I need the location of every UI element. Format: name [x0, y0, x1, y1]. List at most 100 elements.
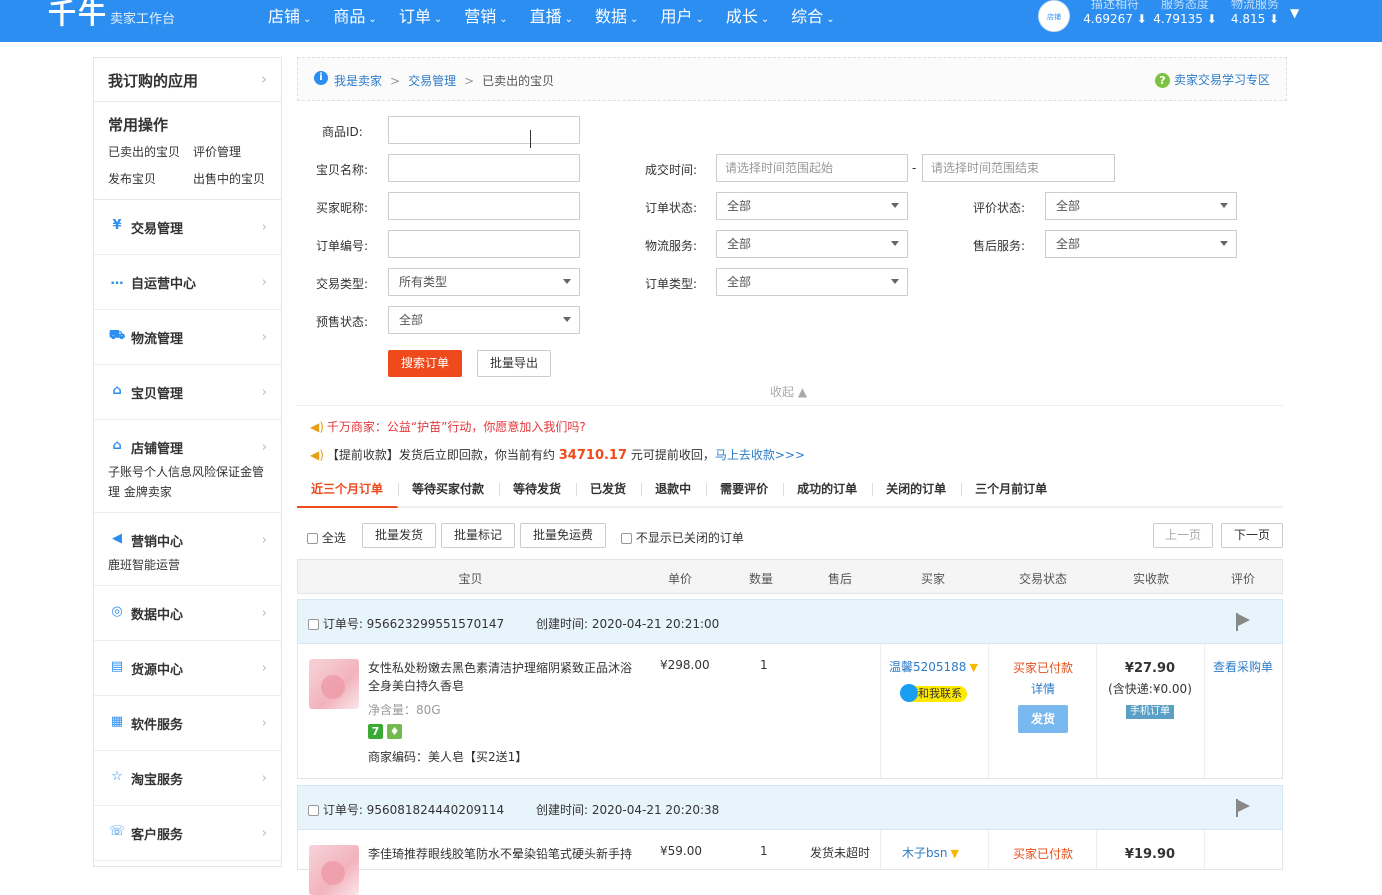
presale-select[interactable]: 全部 [388, 306, 580, 334]
nav-store[interactable]: 店铺 ⌄ [268, 3, 311, 27]
link-publish-item[interactable]: 发布宝贝 [108, 170, 193, 187]
link-review-manage[interactable]: 评价管理 [193, 143, 278, 160]
tab-before-3-months[interactable]: 三个月前订单 [961, 477, 1062, 508]
truck-icon: ⛟ [108, 328, 126, 343]
order-type-select[interactable]: 全部 [716, 268, 908, 296]
next-page-button[interactable]: 下一页 [1221, 523, 1283, 548]
batch-ship-button[interactable]: 批量发货 [362, 523, 436, 548]
caret-down-icon [891, 279, 899, 284]
label-trade-type: 交易类型: [316, 277, 369, 291]
notice-charity[interactable]: ◀) 千万商家：公益“护苗”行动，你愿意加入我们吗? [310, 418, 586, 435]
early-payment-amount: 34710.17 [558, 448, 628, 463]
service-badges: 7 ♦ [368, 724, 406, 739]
chevron-right-icon: › [261, 70, 267, 88]
crumb-seller[interactable]: 我是卖家 [334, 74, 382, 88]
notice-early-payment: ◀) 【提前收款】发货后立即回款，你当前有约 34710.17 元可提前收回，马上… [310, 448, 806, 463]
nav-general[interactable]: 综合 ⌄ [791, 3, 834, 27]
order-status-select[interactable]: 全部 [716, 192, 908, 220]
tab-awaiting-payment[interactable]: 等待买家付款 [398, 477, 499, 508]
buyer-name[interactable]: 温馨5205188 ▼ [889, 658, 978, 675]
nav-data[interactable]: 数据 ⌄ [595, 3, 638, 27]
time-end-input[interactable]: 请选择时间范围结束 [922, 154, 1115, 182]
flag-icon[interactable] [1236, 799, 1250, 817]
search-orders-button[interactable]: 搜索订单 [388, 350, 462, 377]
collapse-toggle[interactable]: 收起 ▲ [770, 383, 807, 400]
hide-closed-toggle[interactable]: 不显示已关闭的订单 [621, 529, 744, 546]
sidebar-item-taobao-service[interactable]: ☆ 淘宝服务 › [94, 751, 281, 806]
funnel-icon: ▼ [950, 847, 959, 860]
nav-orders[interactable]: 订单 ⌄ [399, 3, 442, 27]
nav-users[interactable]: 用户 ⌄ [660, 3, 703, 27]
chevron-down-icon[interactable]: ▼ [1290, 6, 1299, 20]
contact-buyer-button[interactable]: 和我联系 [900, 684, 967, 702]
select-all[interactable]: 全选 [307, 529, 346, 546]
product-name[interactable]: 女性私处粉嫩去黑色素清洁护理缩阴紧致正品沐浴全身美白持久香皂 [368, 659, 640, 695]
nav-goods[interactable]: 商品 ⌄ [333, 3, 376, 27]
nav-growth[interactable]: 成长 ⌄ [726, 3, 769, 27]
amount-value: ¥19.90 [1124, 847, 1176, 862]
product-thumbnail[interactable] [309, 659, 359, 709]
tab-awaiting-shipment[interactable]: 等待发货 [499, 477, 576, 508]
trade-type-select[interactable]: 所有类型 [388, 268, 580, 296]
product-thumbnail[interactable] [309, 845, 359, 895]
label-order-type: 订单类型: [645, 277, 698, 291]
item-name-input[interactable] [388, 154, 580, 182]
flag-icon[interactable] [1236, 613, 1250, 631]
ship-button[interactable]: 发货 [1018, 705, 1068, 733]
order-number[interactable]: 订单号: 956623299551570147 [308, 615, 504, 632]
label-logistics: 物流服务: [645, 239, 698, 253]
time-range-sep: - [912, 161, 917, 175]
link-sold-items[interactable]: 已卖出的宝贝 [108, 143, 193, 160]
sidebar-item-software[interactable]: ▦ 软件服务 › [94, 696, 281, 751]
tab-refunding[interactable]: 退款中 [641, 477, 706, 508]
tab-last-3-months[interactable]: 近三个月订单 [297, 477, 399, 508]
sidebar-item-data[interactable]: ◎ 数据中心 › [94, 586, 281, 641]
app-logo[interactable]: 千牛 [48, 0, 108, 32]
tab-closed[interactable]: 关闭的订单 [872, 477, 961, 508]
buyer-nick-input[interactable] [388, 192, 580, 220]
batch-export-button[interactable]: 批量导出 [477, 350, 551, 377]
product-name[interactable]: 李佳琦推荐眼线胶笔防水不晕染铅笔式硬头新手持 [368, 845, 640, 863]
sidebar-item-goods[interactable]: ⌂ 宝贝管理 › [94, 365, 281, 420]
sidebar-item-customer-service[interactable]: ☏ 客户服务 › [94, 806, 281, 861]
caret-down-icon [563, 279, 571, 284]
checkbox [621, 533, 632, 544]
view-purchase-link[interactable]: 查看采购单 [1213, 658, 1273, 675]
tab-shipped[interactable]: 已发货 [576, 477, 641, 508]
nav-marketing[interactable]: 营销 ⌄ [464, 3, 507, 27]
detail-link[interactable]: 详情 [990, 679, 1096, 700]
time-start-input[interactable]: 请选择时间范围起始 [716, 154, 908, 182]
buyer-name[interactable]: 木子bsn ▼ [902, 844, 959, 861]
tab-successful[interactable]: 成功的订单 [783, 477, 872, 508]
nav-live[interactable]: 直播 ⌄ [530, 3, 573, 27]
sidebar-item-marketing[interactable]: ◀ 营销中心 › 鹿班智能运营 [94, 513, 281, 586]
sidebar-item-logistics[interactable]: ⛟ 物流管理 › [94, 310, 281, 365]
collect-now-link[interactable]: 马上去收款>>> [715, 448, 805, 462]
batch-mark-button[interactable]: 批量标记 [441, 523, 515, 548]
caret-down-icon [563, 317, 571, 322]
checkbox [307, 533, 318, 544]
order-number[interactable]: 订单号: 956081824440209114 [308, 801, 504, 818]
tab-need-review[interactable]: 需要评价 [706, 477, 783, 508]
order-no-input[interactable] [388, 230, 580, 258]
marketing-sub-link[interactable]: 鹿班智能运营 [108, 555, 267, 585]
sidebar-subscribed-apps[interactable]: 我订购的应用 › [94, 58, 281, 102]
sidebar-item-trade[interactable]: ¥ 交易管理 › [94, 200, 281, 255]
batch-free-shipping-button[interactable]: 批量免运费 [520, 523, 606, 548]
aftersale-select[interactable]: 全部 [1045, 230, 1237, 258]
help-link[interactable]: ? 卖家交易学习专区 [1154, 71, 1270, 88]
shop-sub-links[interactable]: 子账号个人信息风险保证金管理 金牌卖家 [108, 462, 267, 512]
prev-page-button[interactable]: 上一页 [1153, 523, 1213, 548]
crumb-trade[interactable]: 交易管理 [408, 74, 456, 88]
info-icon: i [314, 71, 328, 85]
sidebar-item-sourcing[interactable]: ▤ 货源中心 › [94, 641, 281, 696]
caret-down-icon [891, 203, 899, 208]
shop-avatar[interactable]: 店铺 [1038, 0, 1070, 32]
logistics-select[interactable]: 全部 [716, 230, 908, 258]
item-id-input[interactable] [388, 116, 580, 144]
label-item-name: 宝贝名称: [316, 163, 369, 177]
sidebar-item-shop[interactable]: ⌂ 店铺管理 › 子账号个人信息风险保证金管理 金牌卖家 [94, 420, 281, 513]
sidebar-item-self-operation[interactable]: … 自运营中心 › [94, 255, 281, 310]
review-status-select[interactable]: 全部 [1045, 192, 1237, 220]
link-on-sale-items[interactable]: 出售中的宝贝 [193, 170, 278, 187]
